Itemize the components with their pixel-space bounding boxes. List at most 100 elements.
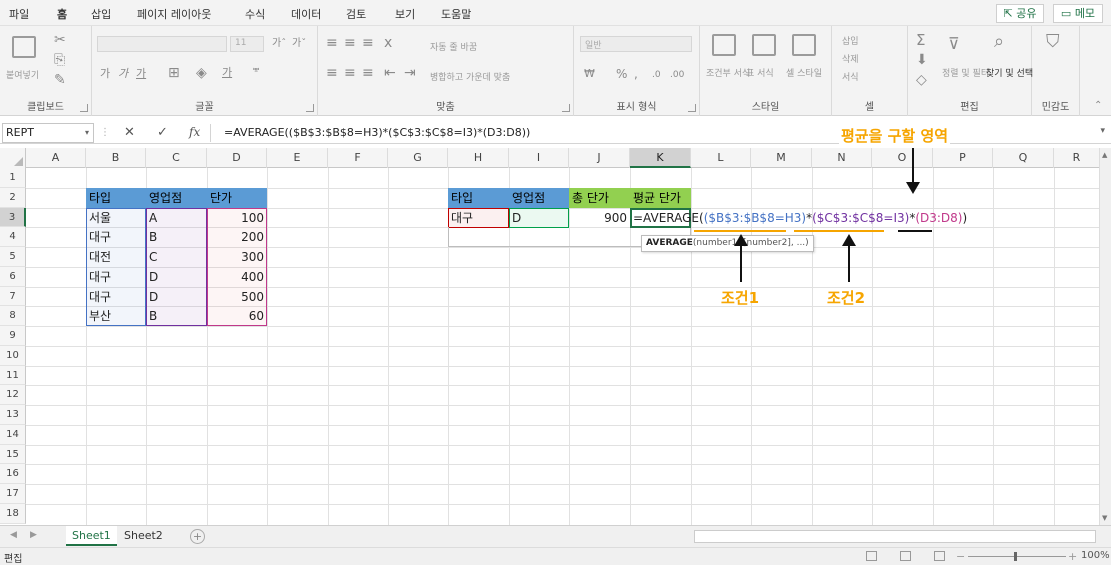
row-header[interactable]: 6 <box>0 266 26 287</box>
align-right-icon[interactable]: ≡ <box>362 65 374 81</box>
sort-filter-label[interactable]: 정렬 및 필터 <box>942 66 989 79</box>
col-header-l[interactable]: L <box>691 148 751 168</box>
col-header-q[interactable]: Q <box>993 148 1054 168</box>
table-cell[interactable]: 부산 <box>86 306 146 326</box>
format-table-icon[interactable] <box>752 34 776 56</box>
row-header[interactable]: 7 <box>0 286 26 307</box>
table-cell[interactable]: 100 <box>207 208 267 228</box>
insert-cells-button[interactable]: 삽입 <box>842 34 859 47</box>
memo-button[interactable]: ▭ 메모 <box>1053 4 1103 23</box>
col-header-p[interactable]: P <box>933 148 993 168</box>
font-size-dropdown[interactable]: 11 <box>230 36 264 52</box>
expand-formula-bar-icon[interactable]: ▾ <box>1100 126 1105 136</box>
percent-icon[interactable]: % <box>616 66 627 82</box>
sort-filter-icon[interactable]: ⊽ <box>948 36 960 52</box>
col-header-a[interactable]: A <box>26 148 86 168</box>
paste-icon[interactable] <box>12 36 36 58</box>
sheet-prev-icon[interactable]: ◀ <box>10 530 17 540</box>
table-cell[interactable]: 대구 <box>86 287 146 307</box>
paste-label[interactable]: 붙여넣기 <box>6 68 39 81</box>
add-sheet-icon[interactable]: + <box>190 529 205 544</box>
cell-styles-label[interactable]: 셀 스타일 <box>786 66 822 79</box>
col-header-h[interactable]: H <box>448 148 509 168</box>
table1-header-type[interactable]: 타입 <box>86 188 146 208</box>
table-cell[interactable]: 300 <box>207 247 267 267</box>
row-header[interactable]: 14 <box>0 424 26 445</box>
clipboard-launcher[interactable] <box>80 104 88 112</box>
table-cell[interactable]: B <box>146 227 207 247</box>
orientation-icon[interactable]: ⅹ <box>384 35 392 51</box>
page-layout-view-icon[interactable] <box>900 551 911 561</box>
row-header[interactable]: 5 <box>0 247 26 267</box>
underline-icon[interactable]: 가 <box>136 66 146 82</box>
col-header-o[interactable]: O <box>872 148 933 168</box>
table2-header-total[interactable]: 총 단가 <box>569 188 630 208</box>
number-launcher[interactable] <box>688 104 696 112</box>
table-cell[interactable]: D <box>509 208 569 228</box>
table2-header-type[interactable]: 타입 <box>448 188 509 208</box>
page-break-view-icon[interactable] <box>934 551 945 561</box>
delete-cells-button[interactable]: 삭제 <box>842 52 859 65</box>
row-header[interactable]: 10 <box>0 345 26 366</box>
col-header-i[interactable]: I <box>509 148 569 168</box>
font-launcher[interactable] <box>306 104 314 112</box>
enter-icon[interactable]: ✓ <box>157 125 168 140</box>
align-middle-icon[interactable]: ≡ <box>344 35 356 51</box>
table-cell[interactable]: 900 <box>569 208 630 228</box>
shrink-font-icon[interactable]: 가ˇ <box>292 36 306 52</box>
sheet-next-icon[interactable]: ▶ <box>30 530 37 540</box>
table-cell[interactable]: A <box>146 208 207 228</box>
font-name-dropdown[interactable] <box>97 36 227 52</box>
col-header-j[interactable]: J <box>569 148 630 168</box>
zoom-in-icon[interactable]: + <box>1068 550 1077 563</box>
tab-insert[interactable]: 삽입 <box>91 6 111 22</box>
align-top-icon[interactable]: ≡ <box>326 35 338 51</box>
table-cell[interactable]: 대구 <box>448 208 509 228</box>
fill-color-icon[interactable]: ◈ <box>196 65 207 81</box>
row-header[interactable]: 4 <box>0 227 26 247</box>
tab-home[interactable]: 홈 <box>54 6 70 28</box>
sheet-tab-sheet2[interactable]: Sheet2 <box>118 526 169 546</box>
col-header-k[interactable]: K <box>630 148 691 168</box>
merge-center-button[interactable]: 병합하고 가운데 맞춤 <box>430 70 510 83</box>
col-header-d[interactable]: D <box>207 148 267 168</box>
cancel-icon[interactable]: ✕ <box>124 125 135 140</box>
table-cell[interactable]: 대구 <box>86 227 146 247</box>
grow-font-icon[interactable]: 가ˆ <box>272 36 286 52</box>
copy-icon[interactable]: ⎘ <box>54 52 65 68</box>
table-cell[interactable]: B <box>146 306 207 326</box>
col-header-r[interactable]: R <box>1054 148 1100 168</box>
wrap-text-button[interactable]: 자동 줄 바꿈 <box>430 40 477 53</box>
format-cells-button[interactable]: 서식 <box>842 70 859 83</box>
format-painter-icon[interactable]: ✎ <box>54 72 66 88</box>
normal-view-icon[interactable] <box>866 551 877 561</box>
chevron-down-icon[interactable]: ▾ <box>85 124 89 142</box>
function-tooltip[interactable]: AVERAGE(number1, [number2], ...) <box>641 235 814 252</box>
insert-function-icon[interactable]: fx <box>189 125 200 139</box>
comma-icon[interactable]: , <box>634 66 638 82</box>
table1-header-branch[interactable]: 영업점 <box>146 188 207 208</box>
table-cell[interactable]: 200 <box>207 227 267 247</box>
table-cell[interactable]: 400 <box>207 267 267 287</box>
worksheet-grid[interactable]: A B C D E F G H I J K L M N O P Q R 1 2 … <box>0 148 1111 525</box>
format-table-label[interactable]: 표 서식 <box>746 66 774 79</box>
table1-header-price[interactable]: 단가 <box>207 188 267 208</box>
table-cell[interactable]: 대전 <box>86 247 146 267</box>
share-button[interactable]: ⇱ 공유 <box>996 4 1044 23</box>
row-header[interactable]: 1 <box>0 168 26 188</box>
table-cell[interactable]: 500 <box>207 287 267 307</box>
autosum-icon[interactable]: Σ <box>916 32 925 48</box>
sensitivity-icon[interactable]: ⛉ <box>1046 33 1060 51</box>
row-header[interactable]: 18 <box>0 503 26 524</box>
drag-handle-icon[interactable]: ⋮ <box>100 127 110 138</box>
table-cell[interactable]: D <box>146 267 207 287</box>
table2-header-branch[interactable]: 영업점 <box>509 188 569 208</box>
align-left-icon[interactable]: ≡ <box>326 65 338 81</box>
conditional-format-icon[interactable] <box>712 34 736 56</box>
row-header[interactable]: 12 <box>0 385 26 405</box>
col-header-g[interactable]: G <box>388 148 448 168</box>
row-header[interactable]: 9 <box>0 326 26 346</box>
align-center-icon[interactable]: ≡ <box>344 65 356 81</box>
horizontal-scrollbar[interactable] <box>694 530 1096 543</box>
align-bottom-icon[interactable]: ≡ <box>362 35 374 51</box>
